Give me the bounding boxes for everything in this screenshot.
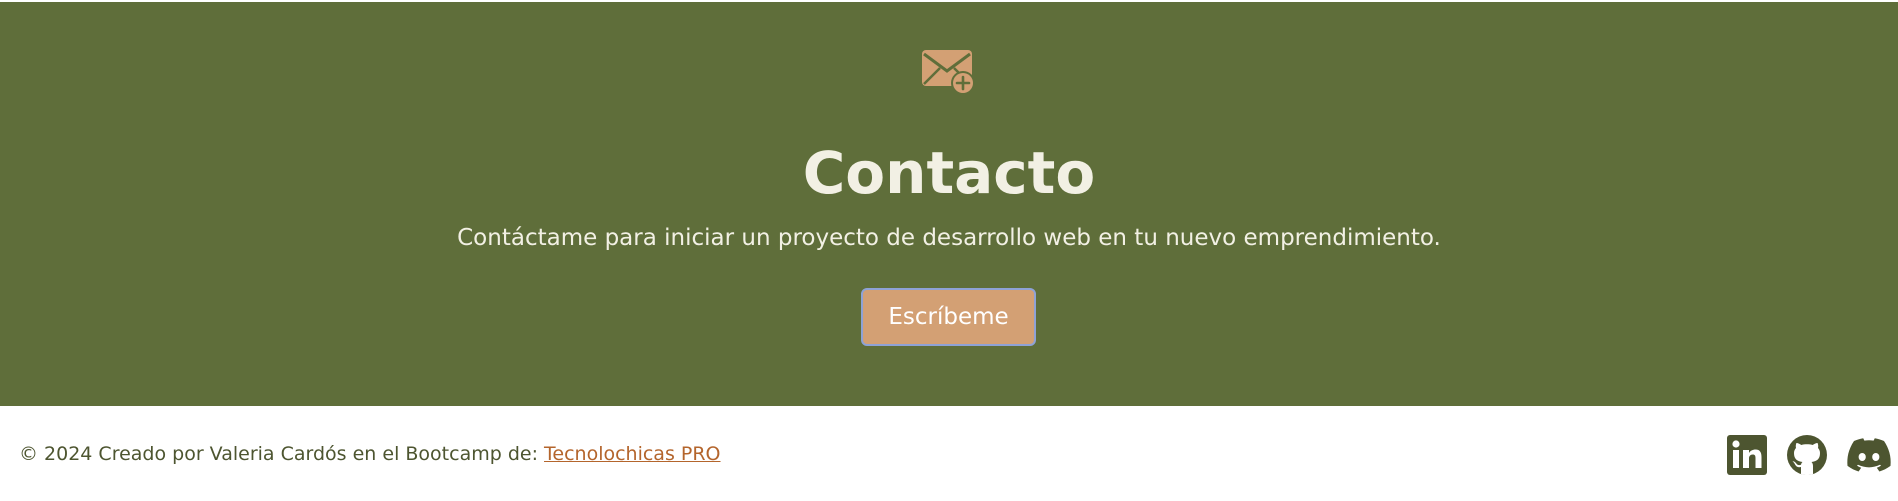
write-me-button[interactable]: Escríbeme — [861, 288, 1036, 346]
tecnolochicas-link[interactable]: Tecnolochicas PRO — [544, 443, 721, 465]
footer-credit: © 2024 Creado por Valeria Cardós en el B… — [19, 442, 721, 466]
footer-credit-text: © 2024 Creado por Valeria Cardós en el B… — [19, 443, 545, 465]
envelope-plus-icon — [920, 46, 976, 96]
page-title: Contacto — [802, 139, 1096, 207]
discord-icon[interactable] — [1846, 434, 1892, 476]
contact-section: Contacto Contáctame para iniciar un proy… — [0, 2, 1898, 406]
linkedin-icon[interactable] — [1726, 434, 1768, 476]
footer: © 2024 Creado por Valeria Cardós en el B… — [0, 406, 1898, 501]
contact-subtitle: Contáctame para iniciar un proyecto de d… — [457, 225, 1441, 251]
github-icon[interactable] — [1786, 434, 1828, 476]
